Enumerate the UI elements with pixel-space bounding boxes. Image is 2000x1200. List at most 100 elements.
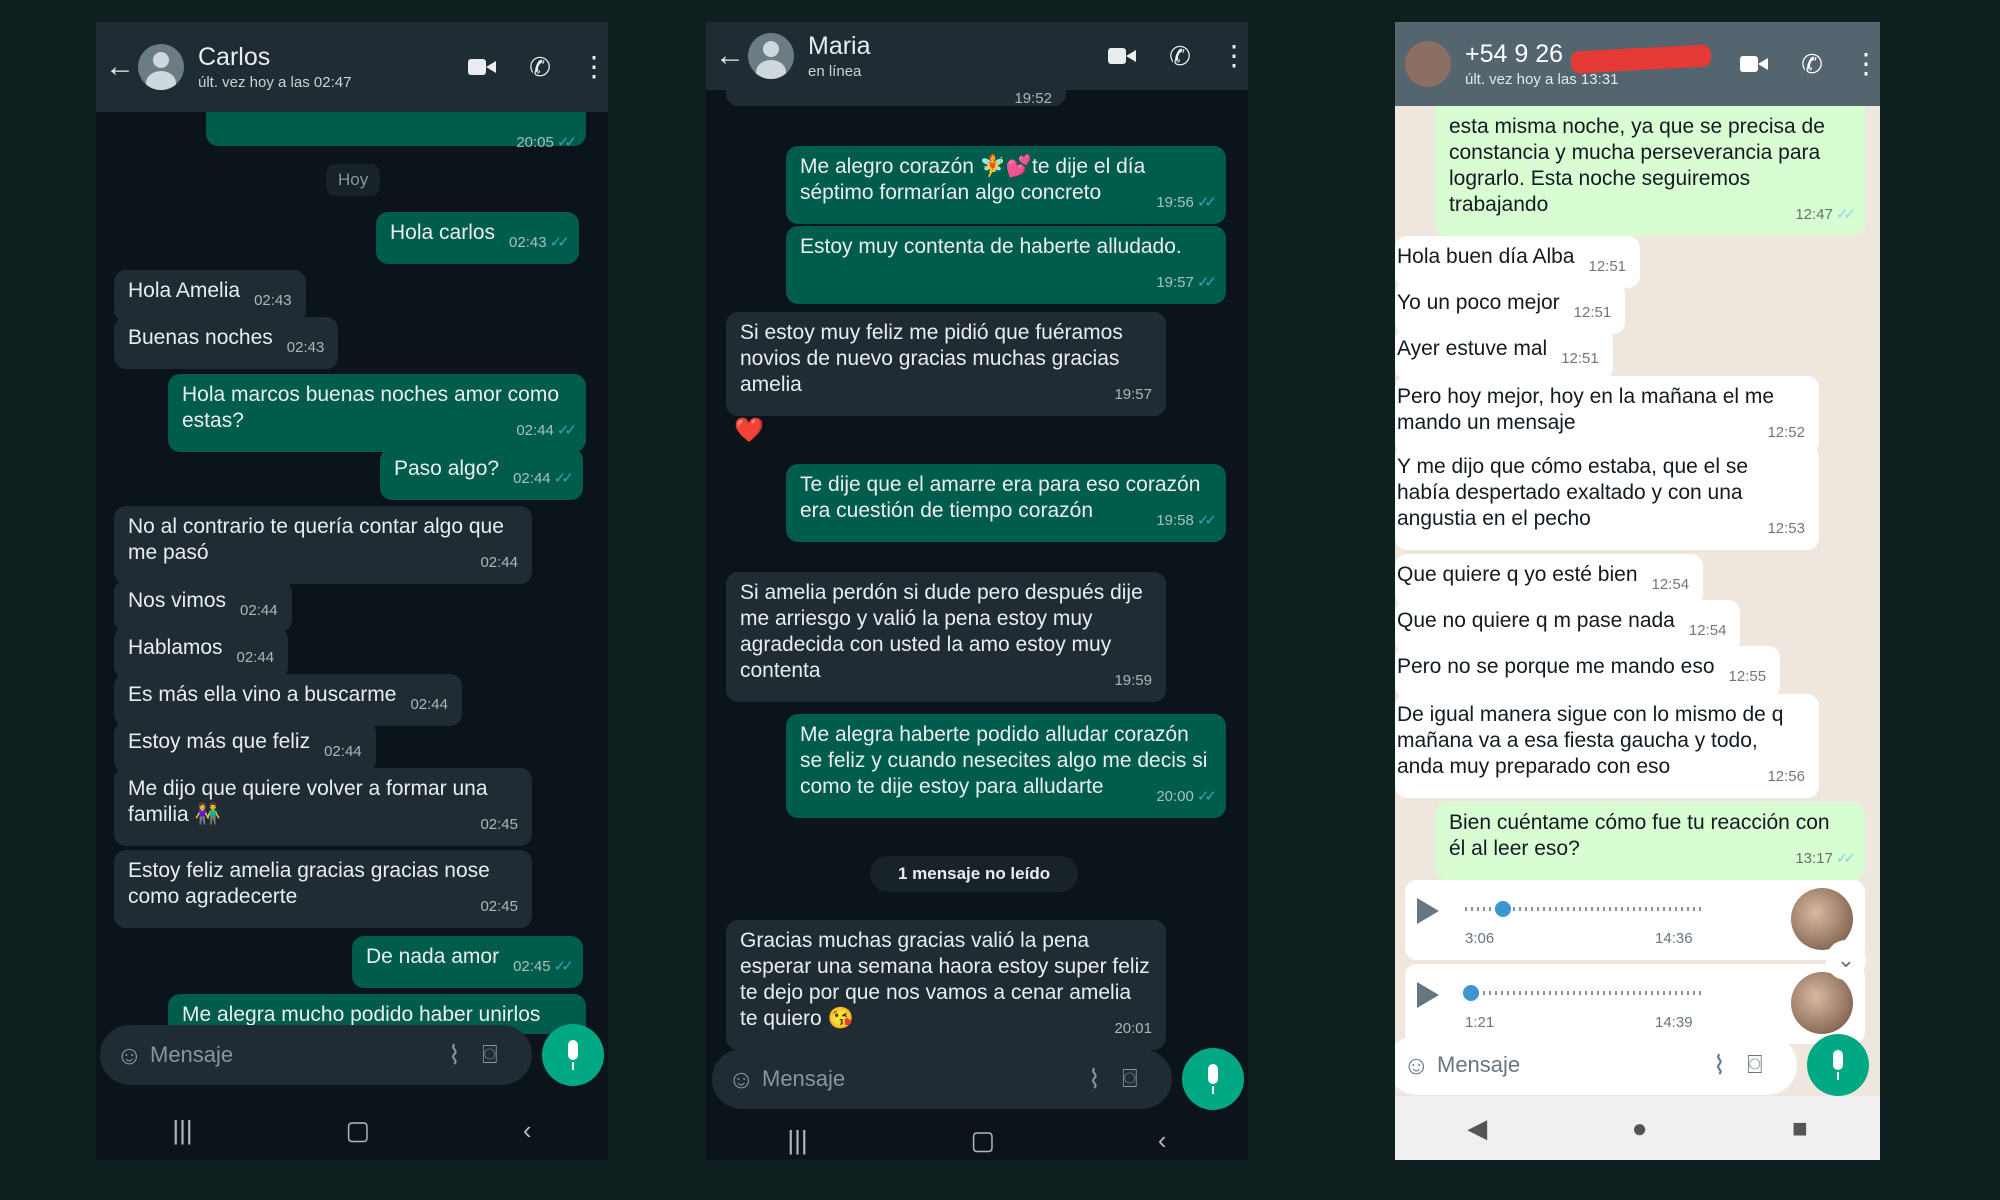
more-options-icon[interactable] <box>1220 39 1248 72</box>
back-arrow-icon[interactable]: ← <box>102 50 138 84</box>
home-icon[interactable]: ▢ <box>346 1115 371 1146</box>
message-bubble[interactable]: Hola buen día Alba 12:51 <box>1395 236 1641 288</box>
voice-progress-dot[interactable] <box>1463 985 1479 1001</box>
message-bubble[interactable]: Nos vimos 02:44 <box>114 580 292 632</box>
home-icon[interactable]: ● <box>1632 1113 1648 1144</box>
message-bubble[interactable]: Ayer estuve mal 12:51 <box>1395 328 1613 380</box>
message-input[interactable]: ☺ Mensaje ⌇ ⌼ <box>100 1025 532 1085</box>
message-bubble[interactable]: Paso algo? 02:44 ✓✓ <box>380 448 583 500</box>
video-call-icon[interactable] <box>1108 43 1136 69</box>
contact-name[interactable]: Maria <box>808 32 1108 60</box>
contact-name[interactable]: Carlos <box>198 43 468 71</box>
play-icon[interactable] <box>1417 898 1439 924</box>
more-options-icon[interactable] <box>580 50 608 83</box>
back-arrow-icon[interactable]: ← <box>712 39 748 73</box>
message-bubble[interactable]: Es más ella vino a buscarme 02:44 <box>114 674 462 726</box>
voice-note[interactable]: 1:21 14:39 <box>1405 964 1865 1044</box>
chat-header: ← Maria en línea ✆ <box>706 22 1248 90</box>
chat-header: +54 9 26 últ. vez hoy a las 13:31 ✆ <box>1395 22 1880 106</box>
phone-chat-number: +54 9 26 últ. vez hoy a las 13:31 ✆ esta… <box>1395 22 1880 1160</box>
heart-reaction[interactable]: ❤️ <box>734 416 764 445</box>
phone-call-icon[interactable]: ✆ <box>1166 43 1194 69</box>
voice-time: 14:39 <box>1655 1014 1693 1031</box>
message-list[interactable]: 20:05 ✓✓ Hoy Hola carlos 02:43 ✓✓ Hola Amel… <box>96 112 608 1112</box>
scroll-down-icon[interactable]: ⌄ <box>1826 940 1866 980</box>
message-bubble[interactable]: De nada amor 02:45 ✓✓ <box>352 936 583 988</box>
back-nav-icon[interactable]: ‹ <box>523 1115 532 1146</box>
android-nav-bar: ||| ▢ ‹ <box>96 1100 608 1160</box>
back-nav-icon[interactable]: ◀ <box>1467 1113 1487 1144</box>
home-icon[interactable]: ▢ <box>971 1125 996 1156</box>
voice-duration: 3:06 <box>1465 930 1495 947</box>
avatar[interactable] <box>138 44 184 90</box>
more-options-icon[interactable] <box>1852 47 1880 80</box>
message-bubble[interactable]: Me alegro corazón 🧚💕te dije el día sépti… <box>786 146 1226 224</box>
unread-separator: 1 mensaje no leído <box>870 856 1079 892</box>
camera-icon[interactable]: ⌼ <box>1747 1049 1781 1081</box>
message-bubble[interactable]: No al contrario te quería contar algo qu… <box>114 506 532 584</box>
microphone-button[interactable] <box>542 1024 604 1086</box>
message-input[interactable]: ☺ Mensaje ⌇ ⌼ <box>712 1049 1172 1109</box>
message-bubble[interactable]: Hola Amelia 02:43 <box>114 270 306 322</box>
back-nav-icon[interactable]: ‹ <box>1158 1125 1167 1156</box>
message-bubble[interactable]: Gracias muchas gracias valió la pena esp… <box>726 920 1166 1050</box>
avatar[interactable] <box>1405 41 1451 87</box>
recent-apps-icon[interactable]: ||| <box>172 1115 192 1146</box>
chat-header: ← Carlos últ. vez hoy a las 02:47 ✆ <box>96 22 608 112</box>
input-placeholder[interactable]: Mensaje <box>762 1066 1088 1092</box>
phone-call-icon[interactable]: ✆ <box>526 54 554 80</box>
camera-icon[interactable]: ⌼ <box>482 1039 516 1071</box>
emoji-icon[interactable]: ☺ <box>728 1064 762 1095</box>
message-list[interactable]: esta misma noche, ya que se precisa de c… <box>1395 106 1880 1096</box>
microphone-button[interactable] <box>1182 1048 1244 1110</box>
avatar[interactable] <box>748 33 794 79</box>
android-nav-bar: ||| ▢ ‹ <box>706 1120 1248 1160</box>
recent-apps-icon[interactable]: ■ <box>1792 1113 1808 1144</box>
message-bubble[interactable]: 20:05 ✓✓ <box>206 112 586 151</box>
phone-call-icon[interactable]: ✆ <box>1798 51 1826 77</box>
input-placeholder[interactable]: Mensaje <box>150 1042 448 1068</box>
message-bubble[interactable]: Hablamos 02:44 <box>114 627 289 679</box>
message-bubble[interactable]: Me alegra haberte podido alludar corazón… <box>786 714 1226 818</box>
attach-icon[interactable]: ⌇ <box>1088 1064 1122 1095</box>
message-bubble[interactable]: Hola marcos buenas noches amor como esta… <box>168 374 586 452</box>
message-bubble[interactable]: Si estoy muy feliz me pidió que fuéramos… <box>726 312 1166 416</box>
message-composer: ☺ Mensaje ⌇ ⌼ <box>712 1048 1244 1110</box>
message-bubble[interactable]: Estoy feliz amelia gracias gracias nose … <box>114 850 532 928</box>
message-bubble[interactable]: Y me dijo que cómo estaba, que el se hab… <box>1395 446 1819 550</box>
message-bubble[interactable]: Pero no se porque me mando eso 12:55 <box>1395 646 1781 698</box>
attach-icon[interactable]: ⌇ <box>448 1040 482 1071</box>
video-call-icon[interactable] <box>468 54 496 80</box>
message-bubble[interactable]: Estoy muy contenta de haberte alludado. 1… <box>786 226 1226 304</box>
message-bubble[interactable]: Que no quiere q m pase nada 12:54 <box>1395 600 1741 652</box>
video-call-icon[interactable] <box>1740 51 1768 77</box>
voice-progress-dot[interactable] <box>1495 901 1511 917</box>
message-bubble[interactable]: Estoy más que feliz 02:44 <box>114 721 376 773</box>
camera-icon[interactable]: ⌼ <box>1122 1063 1156 1095</box>
message-bubble[interactable]: Que quiere q yo esté bien 12:54 <box>1395 554 1704 606</box>
message-bubble[interactable]: 19:52 <box>726 86 1066 107</box>
message-input[interactable]: ☺ Mensaje ⌇ ⌼ <box>1395 1035 1797 1095</box>
message-bubble[interactable]: Pero hoy mejor, hoy en la mañana el me m… <box>1395 376 1819 454</box>
message-composer: ☺ Mensaje ⌇ ⌼ <box>100 1024 604 1086</box>
message-list[interactable]: 19:52 Me alegro corazón 🧚💕te dije el día… <box>706 86 1248 1090</box>
emoji-icon[interactable]: ☺ <box>1403 1050 1437 1081</box>
emoji-icon[interactable]: ☺ <box>116 1040 150 1071</box>
message-bubble[interactable]: Buenas noches 02:43 <box>114 317 339 369</box>
message-bubble[interactable]: Hola carlos 02:43 ✓✓ <box>376 212 579 264</box>
message-bubble[interactable]: Yo un poco mejor 12:51 <box>1395 282 1626 334</box>
message-bubble[interactable]: esta misma noche, ya que se precisa de c… <box>1435 106 1865 236</box>
microphone-button[interactable] <box>1807 1034 1869 1096</box>
input-placeholder[interactable]: Mensaje <box>1437 1052 1713 1078</box>
message-bubble[interactable]: Si amelia perdón si dude pero después di… <box>726 572 1166 702</box>
recent-apps-icon[interactable]: ||| <box>787 1125 807 1156</box>
message-bubble[interactable]: Te dije que el amarre era para eso coraz… <box>786 464 1226 542</box>
voice-waveform[interactable] <box>1465 991 1705 995</box>
message-bubble[interactable]: Me dijo que quiere volver a formar una f… <box>114 768 532 846</box>
attach-icon[interactable]: ⌇ <box>1713 1050 1747 1081</box>
message-bubble[interactable]: Bien cuéntame cómo fue tu reacción con é… <box>1435 802 1865 880</box>
message-composer: ☺ Mensaje ⌇ ⌼ <box>1395 1034 1869 1096</box>
message-bubble[interactable]: De igual manera sigue con lo mismo de q … <box>1395 694 1819 798</box>
play-icon[interactable] <box>1417 982 1439 1008</box>
voice-note[interactable]: 3:06 14:36 <box>1405 880 1865 960</box>
